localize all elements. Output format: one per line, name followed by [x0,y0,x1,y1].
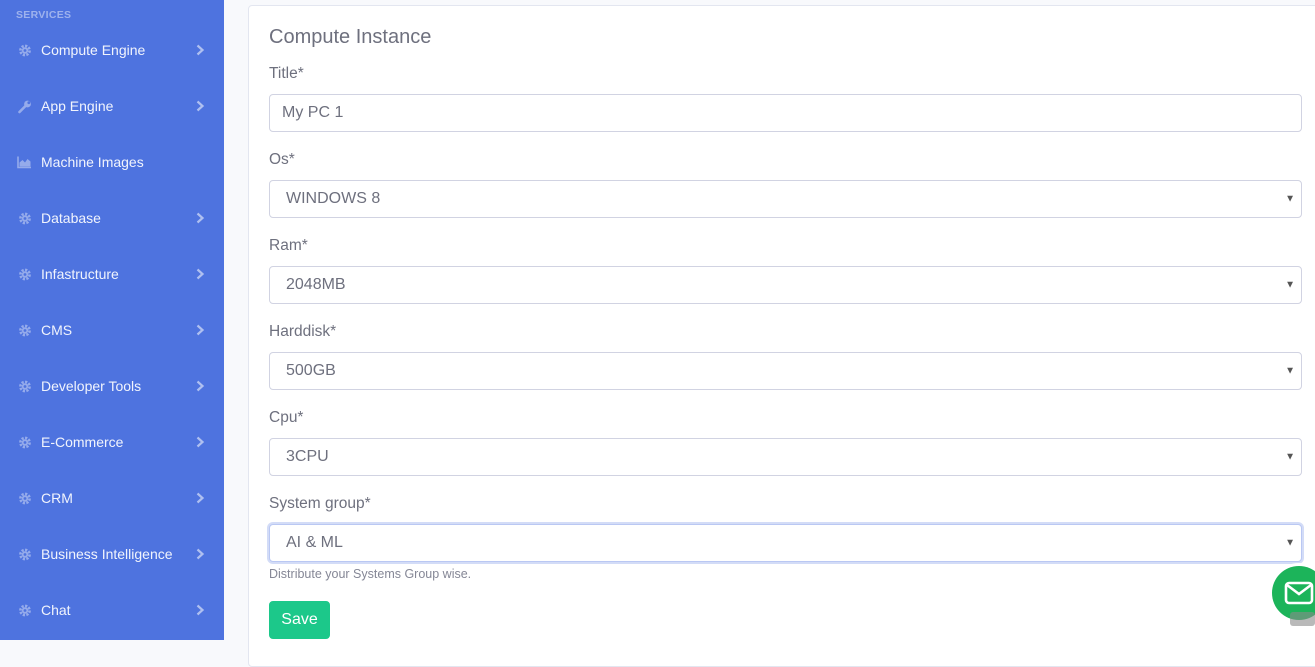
wrench-icon [17,99,32,114]
system-group-help-text: Distribute your Systems Group wise. [269,567,472,581]
sidebar-item-app-engine[interactable]: App Engine [0,78,224,134]
system-group-select[interactable]: AI & ML ▼ [269,524,1302,562]
sidebar-item-machine-images[interactable]: Machine Images [0,134,224,190]
sidebar-item-e-commerce[interactable]: E-Commerce [0,414,224,470]
save-button[interactable]: Save [269,601,330,639]
chevron-right-icon [196,604,205,616]
cpu-label: Cpu* [269,409,304,426]
ram-select-value: 2048MB [286,276,346,293]
sidebar-item-label: Compute Engine [41,42,146,58]
cpu-select-value: 3CPU [286,448,329,465]
sidebar-item-crm[interactable]: CRM [0,470,224,526]
chevron-right-icon [196,324,205,336]
sidebar-item-infastructure[interactable]: Infastructure [0,246,224,302]
title-input-value: My PC 1 [282,104,344,121]
system-group-select-value: AI & ML [286,534,343,551]
sidebar-item-label: Database [41,210,101,226]
gear-icon [17,491,32,506]
chevron-right-icon [196,548,205,560]
sidebar-heading: SERVICES [16,9,72,21]
cpu-select[interactable]: 3CPU ▼ [269,438,1302,476]
sidebar-item-label: Chat [41,602,71,618]
caret-down-icon: ▼ [1285,279,1295,291]
sidebar-item-cms[interactable]: CMS [0,302,224,358]
chevron-right-icon [196,212,205,224]
gear-icon [17,379,32,394]
caret-down-icon: ▼ [1285,451,1295,463]
system-group-label: System group* [269,495,371,512]
chevron-right-icon [196,380,205,392]
sidebar-item-label: Machine Images [41,154,144,170]
envelope-icon [1284,581,1314,605]
os-select-value: WINDOWS 8 [286,190,381,207]
sidebar-item-business-intelligence[interactable]: Business Intelligence [0,526,224,582]
sidebar: SERVICES Compute Engine App Engine Machi… [0,0,224,640]
sidebar-item-compute-engine[interactable]: Compute Engine [0,22,224,78]
sidebar-item-label: Developer Tools [41,378,142,394]
scroll-to-top-handle[interactable] [1290,612,1315,626]
gear-icon [17,267,32,282]
gear-icon [17,435,32,450]
caret-down-icon: ▼ [1285,537,1295,549]
sidebar-item-label: CMS [41,322,73,338]
sidebar-item-label: Infastructure [41,266,119,282]
page-title: Compute Instance [269,26,432,48]
harddisk-select-value: 500GB [286,362,336,379]
gear-icon [17,603,32,618]
sidebar-item-label: E-Commerce [41,434,124,450]
chevron-right-icon [196,44,205,56]
main-content: Compute Instance Title* My PC 1 Os* WIND… [224,0,1315,667]
caret-down-icon: ▼ [1285,365,1295,377]
chevron-right-icon [196,436,205,448]
gear-icon [17,43,32,58]
sidebar-item-label: Business Intelligence [41,546,173,562]
sidebar-item-label: CRM [41,490,73,506]
gear-icon [17,547,32,562]
harddisk-label: Harddisk* [269,323,337,340]
caret-down-icon: ▼ [1285,193,1295,205]
title-input[interactable]: My PC 1 [269,94,1302,132]
title-label: Title* [269,65,304,82]
chevron-right-icon [196,268,205,280]
chevron-right-icon [196,492,205,504]
os-label: Os* [269,151,295,168]
ram-select[interactable]: 2048MB ▼ [269,266,1302,304]
gear-icon [17,211,32,226]
harddisk-select[interactable]: 500GB ▼ [269,352,1302,390]
ram-label: Ram* [269,237,308,254]
chevron-right-icon [196,100,205,112]
sidebar-item-database[interactable]: Database [0,190,224,246]
gear-icon [17,323,32,338]
sidebar-item-developer-tools[interactable]: Developer Tools [0,358,224,414]
sidebar-item-chat[interactable]: Chat [0,582,224,638]
sidebar-item-label: App Engine [41,98,114,114]
os-select[interactable]: WINDOWS 8 ▼ [269,180,1302,218]
area-chart-icon [17,155,32,170]
